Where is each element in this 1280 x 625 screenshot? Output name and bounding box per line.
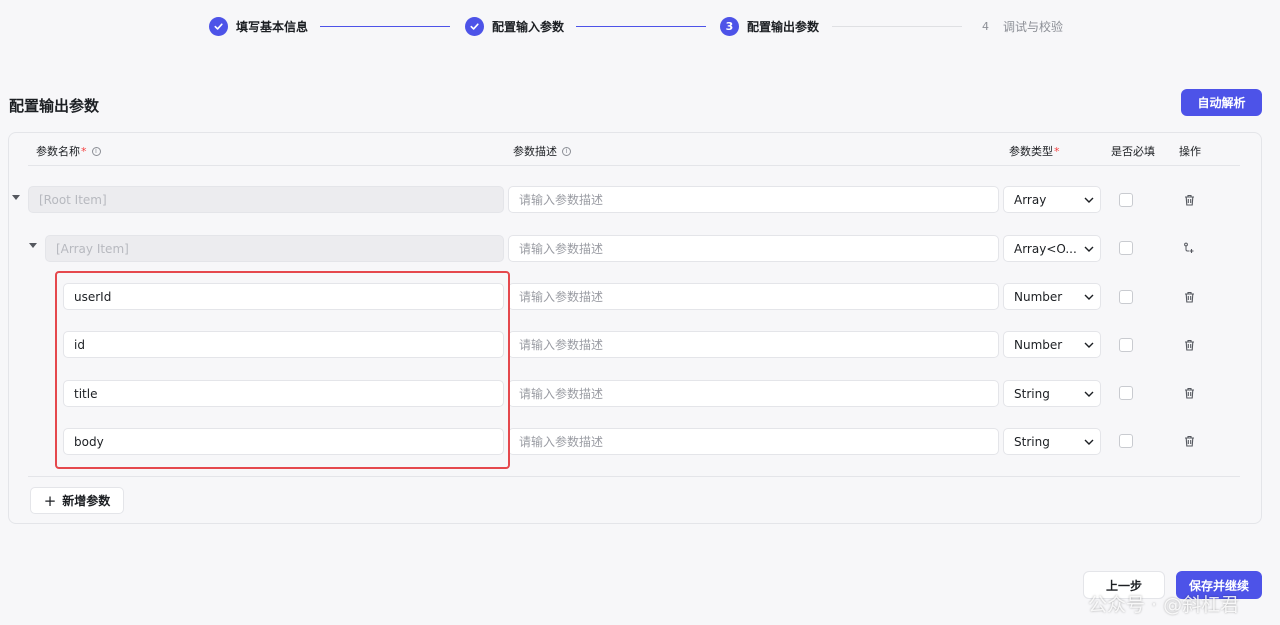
step-label: 配置输出参数 bbox=[747, 19, 820, 34]
header-divider bbox=[28, 165, 1240, 166]
collapse-caret-icon[interactable] bbox=[29, 243, 37, 248]
trash-icon[interactable] bbox=[1182, 386, 1196, 400]
header-label: 参数类型 bbox=[1009, 145, 1053, 158]
plus-icon: + bbox=[43, 491, 57, 510]
param-description-field[interactable]: 请输入参数描述 bbox=[508, 428, 999, 455]
save-continue-button[interactable]: 保存并继续 bbox=[1176, 571, 1262, 599]
required-checkbox[interactable] bbox=[1119, 386, 1133, 400]
chevron-down-icon bbox=[1078, 391, 1100, 397]
param-name-field[interactable]: body bbox=[63, 428, 504, 455]
param-type-select[interactable]: Array<O... bbox=[1003, 235, 1101, 262]
required-checkbox[interactable] bbox=[1119, 241, 1133, 255]
step-label: 调试与校验 bbox=[1003, 19, 1064, 34]
param-name-field[interactable]: id bbox=[63, 331, 504, 358]
param-description-field[interactable]: 请输入参数描述 bbox=[508, 331, 999, 358]
add-param-button[interactable]: + 新增参数 bbox=[30, 487, 124, 514]
required-star: * bbox=[81, 144, 87, 158]
required-checkbox[interactable] bbox=[1119, 434, 1133, 448]
header-param-description: 参数描述 i bbox=[513, 143, 571, 159]
info-icon[interactable]: i bbox=[91, 146, 101, 156]
param-name-field: [Array Item] bbox=[45, 235, 504, 262]
param-type-select[interactable]: String bbox=[1003, 380, 1101, 407]
select-value: Number bbox=[1014, 337, 1063, 352]
header-label: 参数名称 bbox=[36, 145, 80, 158]
required-star: * bbox=[1054, 144, 1060, 158]
page-title: 配置输出参数 bbox=[9, 97, 100, 115]
step-number: 3 bbox=[720, 16, 739, 36]
header-param-type: 参数类型 * bbox=[1009, 143, 1060, 159]
step-label: 填写基本信息 bbox=[236, 19, 309, 34]
step-number: 4 bbox=[982, 19, 989, 33]
header-actions: 操作 bbox=[1179, 145, 1201, 158]
chevron-down-icon bbox=[1078, 439, 1100, 445]
param-name-field[interactable]: title bbox=[63, 380, 504, 407]
trash-icon[interactable] bbox=[1182, 290, 1196, 304]
prev-step-button[interactable]: 上一步 bbox=[1083, 571, 1165, 599]
param-name-field[interactable]: userId bbox=[63, 283, 504, 310]
step-label: 配置输入参数 bbox=[492, 19, 565, 34]
trash-icon[interactable] bbox=[1182, 338, 1196, 352]
step-output-params[interactable]: 3 配置输出参数 bbox=[720, 16, 819, 36]
step-input-params[interactable]: 配置输入参数 bbox=[465, 16, 564, 36]
check-icon bbox=[465, 16, 484, 36]
chevron-down-icon bbox=[1078, 246, 1100, 252]
step-debug-verify[interactable]: 4 调试与校验 bbox=[976, 16, 1063, 36]
step-connector bbox=[832, 26, 962, 27]
chevron-down-icon bbox=[1078, 342, 1100, 348]
param-type-select[interactable]: Number bbox=[1003, 331, 1101, 358]
step-connector bbox=[320, 26, 450, 27]
param-description-field[interactable]: 请输入参数描述 bbox=[508, 380, 999, 407]
select-value: Array bbox=[1014, 192, 1047, 207]
header-required: 是否必填 bbox=[1111, 145, 1155, 158]
select-value: Number bbox=[1014, 289, 1063, 304]
select-value: String bbox=[1014, 434, 1050, 449]
header-label: 参数描述 bbox=[513, 145, 557, 158]
required-checkbox[interactable] bbox=[1119, 290, 1133, 304]
trash-icon[interactable] bbox=[1182, 193, 1196, 207]
footer-divider bbox=[28, 476, 1240, 477]
param-description-field[interactable]: 请输入参数描述 bbox=[508, 283, 999, 310]
add-param-label: 新增参数 bbox=[62, 494, 111, 508]
param-type-select[interactable]: String bbox=[1003, 428, 1101, 455]
step-basic-info[interactable]: 填写基本信息 bbox=[209, 16, 308, 36]
check-icon bbox=[209, 16, 228, 36]
param-type-select[interactable]: Number bbox=[1003, 283, 1101, 310]
auto-parse-button[interactable]: 自动解析 bbox=[1181, 89, 1262, 116]
param-description-field[interactable]: 请输入参数描述 bbox=[508, 235, 999, 262]
info-icon[interactable]: i bbox=[562, 146, 571, 156]
trash-icon[interactable] bbox=[1182, 434, 1196, 448]
step-connector bbox=[576, 26, 706, 27]
add-child-icon[interactable] bbox=[1182, 241, 1196, 255]
chevron-down-icon bbox=[1078, 294, 1100, 300]
required-checkbox[interactable] bbox=[1119, 338, 1133, 352]
select-value: Array<O... bbox=[1014, 241, 1077, 256]
param-type-select[interactable]: Array bbox=[1003, 186, 1101, 213]
required-checkbox[interactable] bbox=[1119, 193, 1133, 207]
chevron-down-icon bbox=[1078, 197, 1100, 203]
param-name-field: [Root Item] bbox=[28, 186, 504, 213]
collapse-caret-icon[interactable] bbox=[12, 195, 20, 200]
header-param-name: 参数名称 * i bbox=[36, 143, 101, 159]
stepper: 填写基本信息 配置输入参数 3 配置输出参数 4 调试与校验 bbox=[0, 0, 1280, 54]
param-description-field[interactable]: 请输入参数描述 bbox=[508, 186, 999, 213]
select-value: String bbox=[1014, 386, 1050, 401]
